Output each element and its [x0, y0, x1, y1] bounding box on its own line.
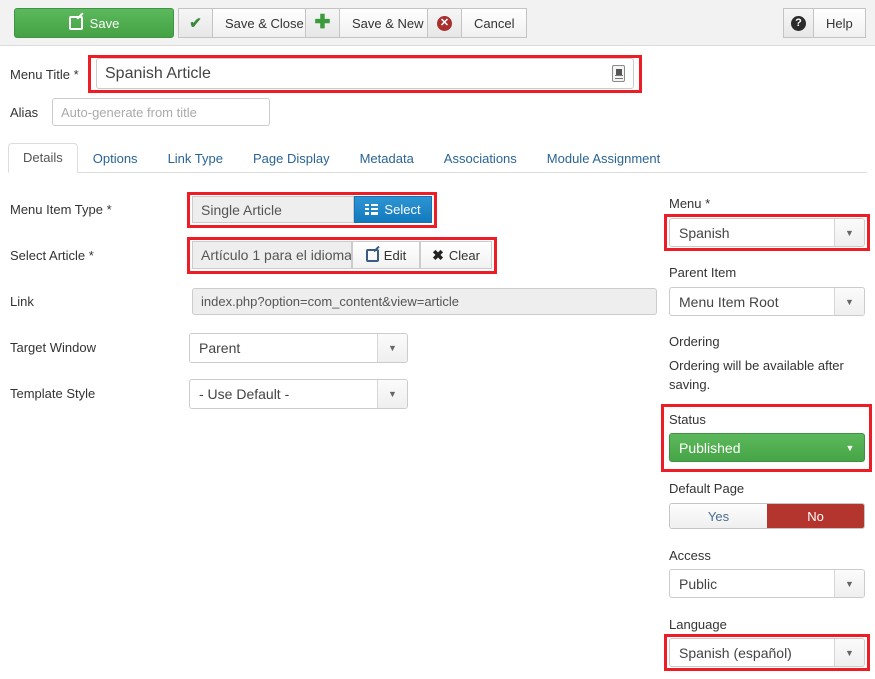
default-page-no-option[interactable]: No	[767, 504, 864, 528]
template-style-value: - Use Default -	[199, 386, 290, 402]
clear-button-label: Clear	[448, 247, 480, 263]
parent-item-value: Menu Item Root	[679, 293, 779, 310]
check-icon: ✔	[178, 8, 212, 38]
tab-details[interactable]: Details	[8, 143, 78, 173]
access-value: Public	[679, 575, 718, 592]
select-article-label: Select Article *	[10, 248, 94, 263]
save-new-label: Save & New	[339, 8, 437, 38]
link-label: Link	[10, 294, 34, 309]
spellcheck-icon[interactable]	[612, 65, 625, 82]
save-new-button[interactable]: ✚ Save & New	[305, 8, 437, 38]
grid-icon	[365, 204, 379, 215]
default-page-label: Default Page	[669, 481, 745, 496]
menu-label: Menu *	[669, 196, 711, 211]
chevron-down-icon: ▼	[377, 334, 407, 362]
language-value: Spanish (español)	[679, 644, 792, 661]
cancel-label: Cancel	[461, 8, 528, 38]
select-button-label: Select	[384, 202, 421, 217]
question-circle-icon: ?	[783, 8, 813, 38]
save-button-group: Save	[14, 8, 174, 38]
target-window-value: Parent	[199, 340, 241, 356]
menu-title-value: Spanish Article	[105, 64, 211, 82]
menu-item-type-field: Single Article	[192, 196, 354, 223]
link-value: index.php?option=com_content&view=articl…	[201, 294, 460, 309]
chevron-down-icon: ▼	[834, 219, 864, 246]
pencil-icon	[68, 16, 83, 30]
cancel-circle-icon: ✕	[427, 8, 461, 38]
save-close-button[interactable]: ✔ Save & Close	[178, 8, 317, 38]
cancel-button[interactable]: ✕ Cancel	[427, 8, 528, 38]
template-style-label: Template Style	[10, 386, 96, 401]
link-field: index.php?option=com_content&view=articl…	[192, 288, 657, 315]
status-select[interactable]: Published ▼	[669, 433, 865, 462]
language-select[interactable]: Spanish (español) ▼	[669, 638, 865, 667]
tab-link-type[interactable]: Link Type	[153, 144, 238, 173]
toolbar: Save ✔ Save & Close ✚ Save & New ✕ Cance…	[0, 0, 875, 46]
alias-placeholder: Auto-generate from title	[61, 104, 197, 120]
tab-module-assignment[interactable]: Module Assignment	[532, 144, 675, 173]
target-window-label: Target Window	[10, 340, 96, 355]
save-button[interactable]: Save	[14, 8, 174, 38]
menu-select[interactable]: Spanish ▼	[669, 218, 865, 247]
menu-item-type-value: Single Article	[201, 201, 282, 218]
chevron-down-icon: ▼	[377, 380, 407, 408]
access-label: Access	[669, 548, 711, 563]
target-window-select[interactable]: Parent ▼	[189, 333, 408, 363]
save-button-label: Save	[89, 15, 120, 31]
menu-title-label: Menu Title *	[10, 67, 79, 82]
save-close-label: Save & Close	[212, 8, 317, 38]
chevron-down-icon: ▼	[845, 442, 855, 453]
edit-button-label: Edit	[383, 247, 407, 263]
ordering-label: Ordering	[669, 334, 720, 349]
menu-item-type-select-button[interactable]: Select	[354, 196, 432, 223]
tab-page-display[interactable]: Page Display	[238, 144, 345, 173]
status-label: Status	[669, 412, 706, 427]
chevron-down-icon: ▼	[834, 639, 864, 666]
article-edit-button[interactable]: Edit	[352, 241, 420, 269]
menu-item-type-label: Menu Item Type *	[10, 202, 112, 217]
alias-input[interactable]: Auto-generate from title	[52, 98, 270, 126]
help-label: Help	[813, 8, 866, 38]
parent-item-select[interactable]: Menu Item Root ▼	[669, 287, 865, 316]
select-article-value: Artículo 1 para el idioma ir	[201, 247, 352, 263]
chevron-down-icon: ▼	[834, 570, 864, 597]
ordering-note: Ordering will be available after saving.	[669, 358, 844, 392]
article-clear-button[interactable]: ✖ Clear	[420, 241, 492, 269]
template-style-select[interactable]: - Use Default - ▼	[189, 379, 408, 409]
tab-options[interactable]: Options	[78, 144, 153, 173]
plus-icon: ✚	[305, 8, 339, 38]
menu-value: Spanish	[679, 224, 730, 241]
select-article-field: Artículo 1 para el idioma ir	[192, 241, 352, 269]
alias-label: Alias	[10, 105, 39, 120]
menu-title-input[interactable]: Spanish Article	[96, 58, 634, 89]
access-select[interactable]: Public ▼	[669, 569, 865, 598]
default-page-yes-option[interactable]: Yes	[670, 504, 767, 528]
parent-item-label: Parent Item	[669, 265, 737, 280]
close-icon: ✖	[432, 246, 444, 263]
help-button[interactable]: ? Help	[783, 8, 866, 38]
tab-bar: Details Options Link Type Page Display M…	[8, 142, 867, 173]
language-label: Language	[669, 617, 727, 632]
edit-pencil-icon	[365, 248, 379, 262]
status-value: Published	[679, 439, 741, 456]
tab-associations[interactable]: Associations	[429, 144, 532, 173]
chevron-down-icon: ▼	[834, 288, 864, 315]
default-page-toggle[interactable]: Yes No	[669, 503, 865, 529]
tab-metadata[interactable]: Metadata	[345, 144, 429, 173]
